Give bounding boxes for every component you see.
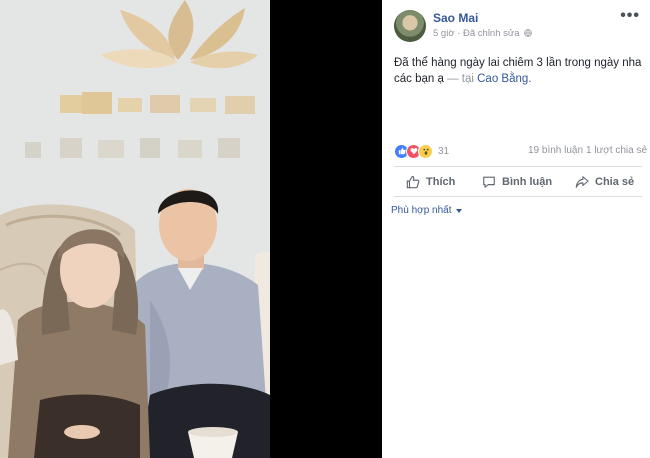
comment-count[interactable]: 19 bình luận xyxy=(528,145,583,156)
ellipsis-icon[interactable]: ••• xyxy=(620,6,640,26)
share-count[interactable]: 1 lượt chia sẻ xyxy=(586,145,647,156)
wow-reaction-icon xyxy=(418,143,433,159)
post-panel: Sao Mai 5 giờ · Đã chỉnh sửa ••• Đã thể … xyxy=(382,0,650,458)
caret-down-icon xyxy=(455,208,462,213)
location-link[interactable]: Cao Bằng. xyxy=(477,73,531,85)
comment-button[interactable]: Bình luận xyxy=(482,171,552,192)
comment-sort-dropdown[interactable]: Phù hợp nhất xyxy=(391,205,462,216)
tagged-prefix: — tại xyxy=(447,73,474,85)
divider xyxy=(394,196,642,197)
share-icon xyxy=(575,175,589,188)
post-body: Đã thể hàng ngày lai chiêm 3 lần trong n… xyxy=(394,55,646,87)
meta-separator: · xyxy=(457,28,461,39)
photo-image xyxy=(0,0,270,458)
globe-icon[interactable] xyxy=(524,29,532,37)
author-avatar[interactable] xyxy=(394,10,426,42)
divider xyxy=(394,166,642,167)
author-name[interactable]: Sao Mai xyxy=(433,11,478,25)
post-time[interactable]: 5 giờ xyxy=(433,28,455,39)
like-button-label: Thích xyxy=(426,175,456,188)
share-button-label: Chia sẻ xyxy=(595,175,635,188)
thumbs-up-icon xyxy=(406,175,420,188)
like-button[interactable]: Thích xyxy=(406,171,455,192)
lightbox-background xyxy=(270,0,382,458)
sort-label: Phù hợp nhất xyxy=(391,205,452,216)
post-photo[interactable] xyxy=(0,0,270,458)
reaction-count: 31 xyxy=(438,145,450,157)
share-button[interactable]: Chia sẻ xyxy=(575,171,634,192)
edited-label[interactable]: Đã chỉnh sửa xyxy=(463,28,520,39)
comment-icon xyxy=(483,176,495,188)
post-meta: 5 giờ · Đã chỉnh sửa xyxy=(433,28,532,39)
comment-button-label: Bình luận xyxy=(502,175,553,188)
reactions-summary[interactable]: 31 xyxy=(394,143,449,159)
